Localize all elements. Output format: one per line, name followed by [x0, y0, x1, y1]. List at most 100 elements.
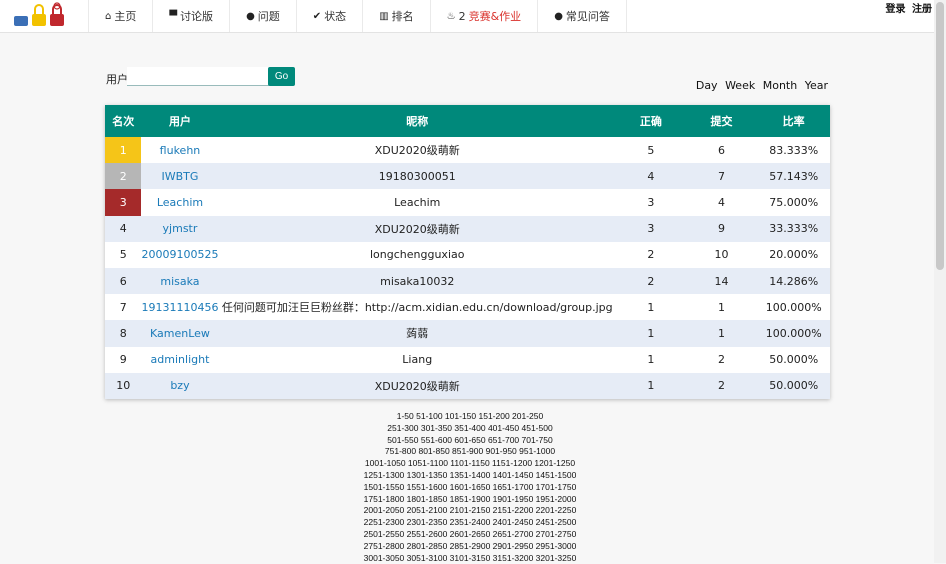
user-link[interactable]: yjmstr [141, 215, 219, 242]
pagination-line[interactable]: 2501-2550 2551-2600 2601-2650 2651-2700 … [300, 529, 640, 541]
nav-problems[interactable]: ● 问题 [229, 0, 296, 32]
nav-discuss[interactable]: ▀ 讨论版 [152, 0, 229, 32]
question-icon: ● [246, 10, 255, 22]
register-link[interactable]: 注册 [912, 4, 932, 15]
pagination-line[interactable]: 2001-2050 2051-2100 2101-2150 2151-2200 … [300, 505, 640, 517]
table-row: 1 flukehn XDU2020级萌新 5 6 83.333% [105, 137, 830, 164]
table-row: 5 20009100525 longchengguxiao 2 10 20.00… [105, 241, 830, 268]
table-row: 4 yjmstr XDU2020级萌新 3 9 33.333% [105, 215, 830, 242]
submit-cell[interactable]: 9 [685, 215, 758, 242]
solved-cell[interactable]: 3 [616, 189, 686, 216]
solved-cell[interactable]: 2 [616, 267, 686, 295]
nickname-cell: Liang [218, 346, 617, 373]
nickname-cell: 19180300051 [218, 163, 617, 190]
user-search-input[interactable] [127, 67, 269, 86]
nickname-cell: Leachim [218, 189, 617, 216]
header-submit: 提交 [685, 105, 758, 137]
home-icon: ⌂ [105, 10, 112, 22]
comment-icon: ▀ [169, 10, 178, 22]
solved-cell[interactable]: 3 [616, 215, 686, 242]
rank-cell: 7 [105, 294, 142, 321]
pagination-line[interactable]: 1-50 51-100 101-150 151-200 201-250 [300, 411, 640, 423]
user-link[interactable]: Leachim [141, 189, 219, 216]
bar-chart-icon: ▥ [379, 10, 389, 22]
rank-cell: 1 [105, 137, 142, 164]
range-month[interactable]: Month [763, 79, 797, 92]
go-button[interactable]: Go [268, 67, 295, 86]
ratio-cell: 50.000% [757, 372, 830, 399]
nav-faq[interactable]: ● 常见问答 [537, 0, 627, 32]
submit-cell[interactable]: 4 [685, 189, 758, 216]
nav-ranklist-label: 排名 [391, 10, 414, 23]
pagination-line[interactable]: 1751-1800 1801-1850 1851-1900 1901-1950 … [300, 494, 640, 506]
header-user: 用户 [141, 105, 219, 137]
pagination-line[interactable]: 1501-1550 1551-1600 1601-1650 1651-1700 … [300, 482, 640, 494]
solved-cell[interactable]: 5 [616, 137, 686, 164]
submit-cell[interactable]: 1 [685, 320, 758, 347]
pagination-line[interactable]: 501-550 551-600 601-650 651-700 701-750 [300, 435, 640, 447]
submit-cell[interactable]: 1 [685, 294, 758, 321]
user-link[interactable]: flukehn [141, 137, 219, 164]
login-link[interactable]: 登录 [886, 4, 906, 15]
solved-cell[interactable]: 4 [616, 163, 686, 190]
ranklist-table: 名次 用户 昵称 正确 提交 比率 1 flukehn XDU2020级萌新 5… [105, 105, 830, 399]
rank-cell: 5 [105, 241, 142, 268]
nav-home[interactable]: ⌂ 主页 [88, 0, 152, 32]
solved-cell[interactable]: 1 [616, 294, 686, 321]
submit-cell[interactable]: 7 [685, 163, 758, 190]
nav-status[interactable]: ✔ 状态 [295, 0, 362, 32]
scrollbar-thumb[interactable] [936, 2, 944, 270]
user-link[interactable]: IWBTG [141, 163, 219, 190]
ratio-cell: 83.333% [757, 137, 830, 164]
contest-count: 2 [458, 9, 466, 23]
pagination-line[interactable]: 2251-2300 2301-2350 2351-2400 2401-2450 … [300, 517, 640, 529]
table-row: 8 KamenLew 蒟蒻 1 1 100.000% [105, 320, 830, 347]
nickname-cell: misaka10032 [218, 267, 617, 295]
site-logo[interactable] [12, 2, 68, 30]
table-row: 9 adminlight Liang 1 2 50.000% [105, 346, 830, 373]
solved-cell[interactable]: 1 [616, 346, 686, 373]
ratio-cell: 75.000% [757, 189, 830, 216]
nickname-cell: XDU2020级萌新 [218, 137, 617, 164]
user-link[interactable]: KamenLew [141, 320, 219, 347]
nav-ranklist[interactable]: ▥ 排名 [362, 0, 429, 32]
solved-cell[interactable]: 1 [616, 372, 686, 399]
table-row: 2 IWBTG 19180300051 4 7 57.143% [105, 163, 830, 190]
table-header-row: 名次 用户 昵称 正确 提交 比率 [105, 105, 830, 137]
range-week[interactable]: Week [725, 79, 755, 92]
ranklist-table-card: 名次 用户 昵称 正确 提交 比率 1 flukehn XDU2020级萌新 5… [105, 105, 830, 399]
scrollbar[interactable] [934, 0, 946, 563]
nav-contest[interactable]: ♨ 2 竞赛&作业 [429, 0, 538, 32]
range-day[interactable]: Day [696, 79, 718, 92]
pagination-line[interactable]: 1251-1300 1301-1350 1351-1400 1401-1450 … [300, 470, 640, 482]
table-row: 6 misaka misaka10032 2 14 14.286% [105, 267, 830, 295]
ratio-cell: 20.000% [757, 241, 830, 268]
pagination-line[interactable]: 251-300 301-350 351-400 401-450 451-500 [300, 423, 640, 435]
user-link[interactable]: adminlight [141, 346, 219, 373]
pagination-line[interactable]: 751-800 801-850 851-900 901-950 951-1000 [300, 446, 640, 458]
submit-cell[interactable]: 6 [685, 137, 758, 164]
user-link[interactable]: 19131110456 [141, 294, 219, 321]
user-link[interactable]: bzy [141, 372, 219, 399]
submit-cell[interactable]: 2 [685, 346, 758, 373]
nav-contest-label: 竞赛&作业 [468, 10, 522, 23]
submit-cell[interactable]: 14 [685, 267, 758, 295]
ratio-cell: 33.333% [757, 215, 830, 242]
solved-cell[interactable]: 2 [616, 241, 686, 268]
user-link[interactable]: misaka [141, 267, 219, 295]
pagination-line[interactable]: 1001-1050 1051-1100 1101-1150 1151-1200 … [300, 458, 640, 470]
pagination-line[interactable]: 3001-3050 3051-3100 3101-3150 3151-3200 … [300, 553, 640, 564]
submit-cell[interactable]: 10 [685, 241, 758, 268]
header-nickname: 昵称 [218, 105, 617, 137]
header-rank: 名次 [105, 105, 142, 137]
nickname-cell: longchengguxiao [218, 241, 617, 268]
range-year[interactable]: Year [805, 79, 828, 92]
main-nav: ⌂ 主页 ▀ 讨论版 ● 问题 ✔ 状态 ▥ 排名 ♨ 2 竞赛&作业 ● 常见… [88, 0, 627, 32]
auth-links: 登录 注册 [883, 0, 932, 15]
pagination-line[interactable]: 2751-2800 2801-2850 2851-2900 2901-2950 … [300, 541, 640, 553]
user-link[interactable]: 20009100525 [141, 241, 219, 268]
rank-cell: 6 [105, 267, 142, 295]
nickname-cell: XDU2020级萌新 [218, 372, 617, 399]
submit-cell[interactable]: 2 [685, 372, 758, 399]
solved-cell[interactable]: 1 [616, 320, 686, 347]
